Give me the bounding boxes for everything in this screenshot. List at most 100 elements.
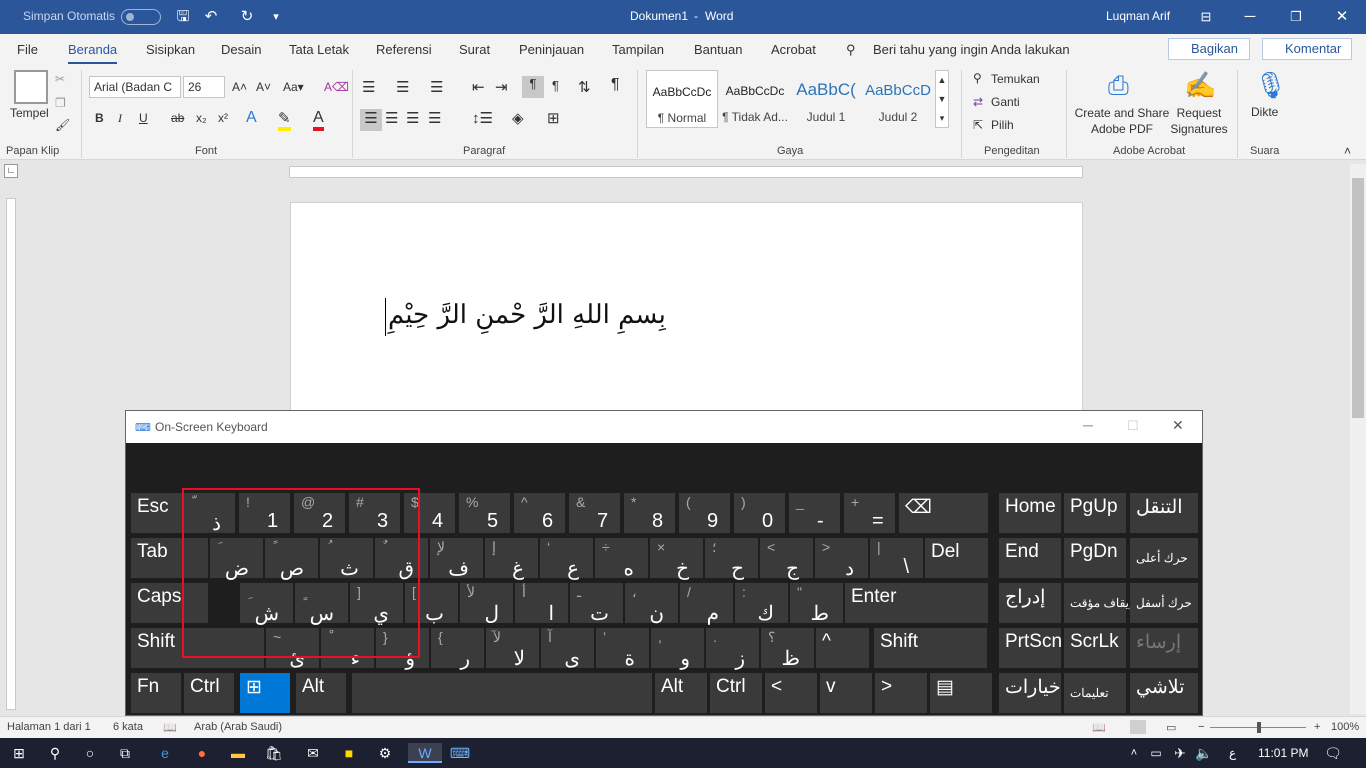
read-mode-icon[interactable]: 📖 xyxy=(1092,721,1106,734)
clear-format-icon[interactable]: A⌫ xyxy=(324,80,349,94)
highlight-icon[interactable]: ✎ xyxy=(278,109,291,131)
osk-key[interactable]: PgDn xyxy=(1064,538,1126,578)
osk-key[interactable]: ’ ة xyxy=(596,628,649,670)
horizontal-ruler[interactable] xyxy=(289,166,1083,178)
align-left-icon[interactable]: ☰ xyxy=(360,109,382,131)
align-right-icon[interactable]: ☰ xyxy=(406,109,419,127)
osk-key[interactable]: ScrLk xyxy=(1064,628,1126,668)
styles-scroll-icon[interactable]: ▲ ▼ ▾ xyxy=(935,70,949,128)
osk-key[interactable]: ؛ ح xyxy=(705,538,758,580)
font-name-select[interactable]: Arial (Badan C xyxy=(89,76,181,98)
change-case-icon[interactable]: Aa▾ xyxy=(283,80,304,94)
osk-key[interactable]: .ز xyxy=(706,628,759,670)
osk-key[interactable]: ؟ ظ xyxy=(761,628,814,670)
osk-key[interactable]: تلاشي xyxy=(1130,673,1198,713)
osk-key[interactable]: ^ xyxy=(816,628,869,668)
paste-label[interactable]: Tempel xyxy=(10,106,49,120)
osk-key[interactable]: < xyxy=(765,673,817,713)
osk-key[interactable]: Shift xyxy=(874,628,987,668)
borders-icon[interactable]: ⊞ xyxy=(547,109,560,127)
format-painter-icon[interactable]: 🖌 xyxy=(55,118,70,132)
print-layout-icon[interactable] xyxy=(1130,720,1146,734)
osk-key[interactable]: Ctrl xyxy=(710,673,762,713)
style-heading1[interactable]: AaBbC( Judul 1 xyxy=(790,70,862,128)
osk-key[interactable]: Alt xyxy=(655,673,707,713)
osk-key[interactable]: < ج xyxy=(760,538,813,580)
osk-key[interactable]: ، ن xyxy=(625,583,678,625)
collapse-ribbon-icon[interactable]: ˄ xyxy=(1344,144,1351,158)
tab-review[interactable]: Peninjauan xyxy=(519,42,584,57)
user-name[interactable]: Luqman Arif xyxy=(1106,9,1170,23)
windows-start-icon[interactable]: ⊞ xyxy=(8,743,30,763)
word-taskbar-icon[interactable]: W xyxy=(408,743,442,763)
osk-key[interactable]: * 8 xyxy=(624,493,675,533)
style-heading2[interactable]: AaBbCcD Judul 2 xyxy=(862,70,934,128)
italic-button[interactable]: I xyxy=(118,111,122,126)
replace-icon[interactable]: ⇄ xyxy=(973,95,983,109)
tell-me-input[interactable]: Beri tahu yang ingin Anda lakukan xyxy=(873,42,1070,57)
rtl-direction-icon[interactable]: ¶ xyxy=(522,76,544,98)
underline-button[interactable]: U xyxy=(139,111,148,125)
osk-key[interactable]: / م xyxy=(680,583,733,625)
ltr-direction-icon[interactable]: ¶ xyxy=(552,78,559,93)
subscript-icon[interactable]: x₂ xyxy=(196,111,207,125)
create-pdf-button[interactable]: Create and Share Adobe PDF xyxy=(1074,105,1170,137)
comments-button[interactable]: Komentar xyxy=(1262,38,1352,60)
osk-key[interactable]: " ط xyxy=(790,583,843,625)
decrease-indent-icon[interactable]: ⇤ xyxy=(472,78,485,96)
tab-references[interactable]: Referensi xyxy=(376,42,432,57)
document-text[interactable]: بِسمِ اللهِ الرَّ حْمنِ الرَّ حِيْمِ xyxy=(388,300,666,330)
osk-key[interactable]: لإ ف xyxy=(430,538,483,580)
numbering-icon[interactable]: ☰ xyxy=(396,78,409,96)
edge-icon[interactable]: e xyxy=(154,743,176,763)
osk-key[interactable]: ÷ ه xyxy=(595,538,648,580)
osk-key[interactable]: Enter xyxy=(845,583,988,623)
increase-indent-icon[interactable]: ⇥ xyxy=(495,78,508,96)
osk-key[interactable]: {ر xyxy=(431,628,484,670)
proofing-icon[interactable]: 📖 xyxy=(163,721,177,734)
shrink-font-icon[interactable]: A˅ xyxy=(256,80,271,94)
zoom-level[interactable]: 100% xyxy=(1331,721,1359,733)
osk-taskbar-icon[interactable]: ⌨ xyxy=(449,743,471,763)
osk-key[interactable]: حرك أعلى xyxy=(1130,538,1198,578)
osk-key[interactable]: Ctrl xyxy=(184,673,234,713)
shading-icon[interactable]: ◈ xyxy=(512,109,524,127)
osk-key[interactable]: ) 0 xyxy=(734,493,785,533)
save-icon[interactable]: 🖫 xyxy=(173,7,193,27)
osk-key[interactable]: ⌫ xyxy=(899,493,988,533)
grow-font-icon[interactable]: A˄ xyxy=(232,80,247,94)
osk-key[interactable]: إرساء xyxy=(1130,628,1198,668)
ribbon-display-icon[interactable]: ⊟ xyxy=(1196,7,1216,27)
autosave-toggle[interactable] xyxy=(121,9,161,25)
input-language[interactable]: ع xyxy=(1229,746,1236,760)
close-icon[interactable]: ✕ xyxy=(1332,7,1352,27)
action-center-icon[interactable]: 🗨 xyxy=(1322,743,1344,763)
osk-close-icon[interactable]: ✕ xyxy=(1172,417,1184,434)
osk-key[interactable]: حرك أسفل xyxy=(1130,583,1198,623)
osk-key[interactable]: أا xyxy=(515,583,568,625)
mail-icon[interactable]: ✉ xyxy=(302,743,324,763)
tab-mailings[interactable]: Surat xyxy=(459,42,490,57)
firefox-icon[interactable]: ● xyxy=(191,743,213,763)
microphone-icon[interactable]: 🎙 xyxy=(1254,70,1287,101)
store-icon[interactable]: 🛍 xyxy=(263,743,285,763)
bullets-icon[interactable]: ☰ xyxy=(362,78,375,96)
osk-maximize-icon[interactable]: ☐ xyxy=(1127,418,1139,434)
osk-key[interactable]: خيارات xyxy=(999,673,1061,713)
network-icon[interactable]: ✈ xyxy=(1169,743,1191,763)
osk-key[interactable]: ▤ xyxy=(930,673,992,713)
osk-key[interactable]: Fn xyxy=(131,673,181,713)
osk-key[interactable]: تعليمات xyxy=(1064,673,1126,713)
osk-key[interactable]: > د xyxy=(815,538,868,580)
redo-icon[interactable]: ↻ xyxy=(237,7,257,27)
bold-button[interactable]: B xyxy=(95,111,104,125)
task-view-icon[interactable]: ⧉ xyxy=(114,743,136,763)
strikethrough-button[interactable]: ab xyxy=(171,111,184,125)
osk-key[interactable]: + = xyxy=(844,493,895,533)
osk-key[interactable]: v xyxy=(820,673,872,713)
web-layout-icon[interactable]: ▭ xyxy=(1166,721,1176,734)
line-spacing-icon[interactable]: ↕☰ xyxy=(472,109,493,127)
osk-key[interactable]: إيقاف مؤقت xyxy=(1064,583,1132,623)
tab-view[interactable]: Tampilan xyxy=(612,42,664,57)
osk-key[interactable]: PgUp xyxy=(1064,493,1126,533)
